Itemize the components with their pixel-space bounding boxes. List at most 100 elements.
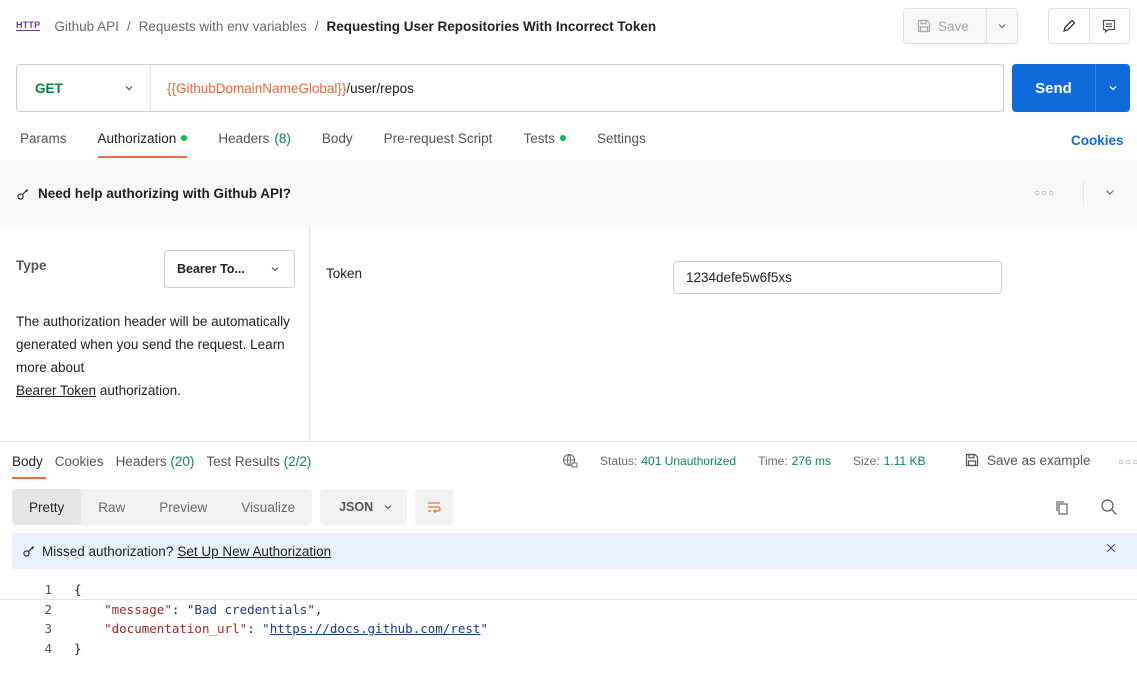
- view-visualize[interactable]: Visualize: [224, 489, 312, 525]
- view-preview[interactable]: Preview: [142, 489, 224, 525]
- breadcrumb-separator: /: [126, 18, 131, 34]
- divider: [0, 441, 1137, 442]
- save-label: Save: [938, 18, 969, 34]
- save-button-group: Save: [903, 8, 1018, 44]
- missed-auth-banner: Missed authorization? Set Up New Authori…: [12, 533, 1137, 569]
- tab-tests[interactable]: Tests: [523, 128, 566, 156]
- wrap-lines-button[interactable]: [415, 489, 454, 525]
- save-as-example-button[interactable]: Save as example: [964, 452, 1091, 468]
- response-tab-body[interactable]: Body: [12, 454, 46, 479]
- request-tabs: Params Authorization Headers (8) Body Pre…: [20, 128, 677, 158]
- url-path: /user/repos: [346, 80, 414, 96]
- code-line: 4 }: [0, 639, 1137, 659]
- chevron-down-icon: [1108, 83, 1118, 93]
- breadcrumb-collection[interactable]: Github API: [54, 19, 119, 34]
- response-tab-headers[interactable]: Headers (20): [116, 454, 195, 479]
- view-pretty[interactable]: Pretty: [12, 489, 82, 525]
- code-line: 1 {: [0, 580, 1137, 600]
- line-number: 4: [44, 640, 52, 656]
- response-view-toolbar: Pretty Raw Preview Visualize JSON: [12, 489, 454, 525]
- tab-body[interactable]: Body: [322, 128, 353, 156]
- save-icon: [964, 452, 980, 468]
- send-options-button[interactable]: [1096, 64, 1130, 112]
- divider: [1083, 180, 1084, 206]
- size-value[interactable]: 1.11 KB: [884, 454, 926, 468]
- auth-help-banner[interactable]: Need help authorizing with Github API?: [0, 160, 1137, 227]
- tab-authorization[interactable]: Authorization: [97, 128, 188, 158]
- json-key: "documentation_url": [104, 621, 248, 636]
- response-status-bar: Status: 401 Unauthorized Time: 276 ms Si…: [562, 453, 926, 469]
- time-label: Time:: [758, 454, 788, 468]
- tab-settings[interactable]: Settings: [597, 128, 646, 156]
- response-tabs: Body Cookies Headers (20) Test Results (…: [12, 454, 323, 479]
- status-value[interactable]: 401 Unauthorized: [641, 454, 736, 468]
- response-tab-cookies[interactable]: Cookies: [55, 454, 104, 479]
- method-select[interactable]: GET: [17, 65, 151, 111]
- response-tab-test-results[interactable]: Test Results (2/2): [206, 454, 311, 479]
- status-dot: [559, 135, 566, 141]
- setup-auth-link[interactable]: Set Up New Authorization: [177, 544, 331, 559]
- missed-auth-text: Missed authorization?: [42, 543, 174, 559]
- status-dot: [181, 135, 188, 141]
- request-name[interactable]: Requesting User Repositories With Incorr…: [326, 19, 656, 34]
- tab-pre-request-script[interactable]: Pre-request Script: [384, 128, 493, 156]
- view-mode-group: Pretty Raw Preview Visualize: [12, 489, 313, 525]
- close-icon[interactable]: [1105, 542, 1117, 554]
- auth-type-label: Type: [16, 258, 47, 273]
- bearer-token-link[interactable]: Bearer Token: [16, 383, 96, 398]
- token-label: Token: [326, 266, 363, 281]
- auth-type-value: Bearer To...: [177, 262, 245, 276]
- breadcrumb: HTTP Github API / Requests with env vari…: [16, 0, 656, 52]
- save-as-example-label: Save as example: [987, 452, 1091, 468]
- help-text: Need help authorizing with Github API?: [38, 186, 291, 201]
- documentation-button[interactable]: [1090, 9, 1130, 43]
- format-value: JSON: [339, 500, 374, 514]
- more-options-icon[interactable]: ○○○: [1034, 188, 1055, 199]
- chevron-down-icon: [383, 502, 393, 512]
- save-button[interactable]: Save: [904, 9, 987, 43]
- http-request-icon: HTTP: [16, 20, 41, 31]
- key-icon: [16, 187, 30, 201]
- chevron-down-icon: [124, 83, 134, 93]
- search-icon[interactable]: [1100, 498, 1118, 516]
- token-input[interactable]: [673, 261, 1002, 294]
- edit-button[interactable]: [1049, 9, 1090, 43]
- format-select[interactable]: JSON: [320, 489, 408, 525]
- cookies-link[interactable]: Cookies: [1071, 133, 1124, 148]
- code-line: 3 "documentation_url": "https://docs.git…: [0, 619, 1137, 639]
- view-raw[interactable]: Raw: [81, 489, 142, 525]
- time-value[interactable]: 276 ms: [792, 454, 831, 468]
- globe-lock-icon[interactable]: [562, 453, 578, 469]
- code-line: 2 "message": "Bad credentials",: [0, 600, 1137, 620]
- url-input[interactable]: {{GithubDomainNameGlobal}}/user/repos: [151, 81, 414, 96]
- save-icon: [916, 18, 932, 34]
- send-button-group: Send: [1012, 64, 1130, 112]
- url-bar: GET {{GithubDomainNameGlobal}}/user/repo…: [16, 64, 1004, 112]
- line-number: 2: [44, 601, 52, 617]
- more-options-icon[interactable]: ○○○: [1118, 457, 1137, 468]
- auth-description: The authorization header will be automat…: [16, 314, 290, 398]
- documentation-url-link[interactable]: https://docs.github.com/rest: [270, 621, 481, 636]
- tab-params[interactable]: Params: [20, 128, 67, 156]
- copy-icon[interactable]: [1055, 500, 1069, 516]
- chevron-down-icon: [270, 264, 280, 274]
- breadcrumb-separator: /: [314, 18, 319, 34]
- chevron-down-icon[interactable]: [1104, 186, 1116, 198]
- method-label: GET: [35, 80, 63, 96]
- pencil-icon: [1061, 18, 1077, 34]
- line-number: 1: [44, 582, 52, 597]
- send-button[interactable]: Send: [1012, 64, 1096, 112]
- status-label: Status:: [600, 454, 638, 468]
- save-options-button[interactable]: [987, 9, 1017, 43]
- url-variable: {{GithubDomainNameGlobal}}: [167, 80, 347, 96]
- tab-headers[interactable]: Headers (8): [218, 128, 291, 156]
- key-icon: [22, 544, 36, 558]
- breadcrumb-folder[interactable]: Requests with env variables: [139, 19, 307, 34]
- auth-type-select[interactable]: Bearer To...: [164, 250, 295, 288]
- response-body-editor[interactable]: 1 { 2 "message": "Bad credentials", 3 "d…: [0, 580, 1137, 658]
- json-key: "message": [104, 601, 172, 617]
- comment-icon: [1101, 18, 1117, 34]
- line-number: 3: [44, 621, 52, 636]
- wrap-lines-icon: [426, 499, 442, 515]
- size-label: Size:: [853, 454, 880, 468]
